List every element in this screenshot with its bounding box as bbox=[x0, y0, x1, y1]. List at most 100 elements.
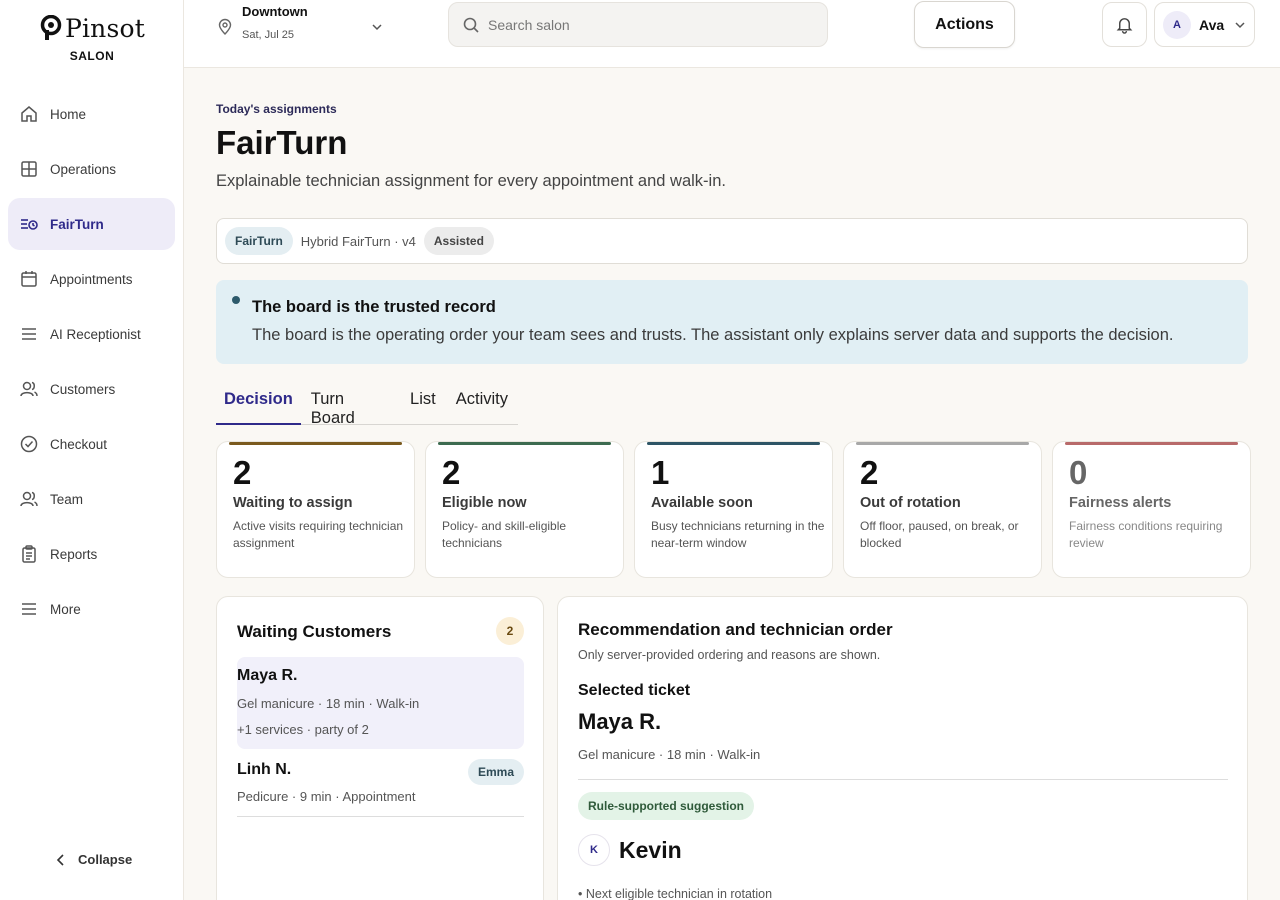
policy-badge: FairTurn bbox=[225, 227, 293, 255]
clipboard-icon bbox=[22, 545, 36, 563]
stat-label: Waiting to assign bbox=[233, 495, 353, 511]
collapse-button[interactable]: Collapse bbox=[56, 852, 132, 867]
sidebar-item-label: Reports bbox=[50, 546, 98, 562]
sidebar-item-checkout[interactable]: Checkout bbox=[8, 418, 175, 470]
brand-name: Pinsot bbox=[64, 13, 146, 43]
panel-title: Recommendation and technician order bbox=[578, 620, 893, 639]
selected-ticket-name: Maya R. bbox=[578, 709, 662, 734]
stat-accent-bar bbox=[1065, 442, 1238, 445]
stat-cards: 2 Waiting to assign Active visits requir… bbox=[216, 441, 1251, 578]
panel-title: Waiting Customers bbox=[237, 622, 392, 641]
check-circle-icon bbox=[20, 435, 38, 453]
count-badge: 2 bbox=[496, 617, 524, 645]
selected-ticket-meta: Gel manicure · 18 min · Walk-in bbox=[578, 747, 761, 762]
tab-activity[interactable]: Activity bbox=[446, 388, 518, 424]
stat-description: Policy- and skill-eligible technicians bbox=[442, 519, 567, 550]
sidebar-item-appointments[interactable]: Appointments bbox=[8, 253, 175, 305]
team-icon bbox=[20, 491, 38, 507]
recommendation-panel: Recommendation and technician order Only… bbox=[557, 596, 1248, 900]
sidebar-item-label: Home bbox=[50, 106, 87, 122]
sidebar-item-label: Team bbox=[50, 491, 84, 507]
search-input[interactable] bbox=[488, 16, 808, 33]
customer-meta: Gel manicure · 18 min · Walk-in bbox=[237, 696, 420, 711]
sidebar-item-operations[interactable]: Operations bbox=[8, 143, 175, 195]
chevron-left-icon bbox=[56, 853, 64, 866]
stat-number: 2 bbox=[233, 454, 252, 491]
tab-bar: Decision Turn Board List Activity bbox=[216, 388, 518, 427]
top-bar: Downtown Sat, Jul 25 Actions A Ava bbox=[184, 0, 1280, 68]
stat-description: Fairness conditions requiring review bbox=[1069, 519, 1223, 550]
list-item[interactable]: Maya R. Gel manicure · 18 min · Walk-in … bbox=[237, 657, 524, 749]
brand-subtitle: SALON bbox=[69, 49, 115, 63]
customer-name: Maya R. bbox=[237, 667, 298, 684]
policy-version: Hybrid FairTurn · v4 bbox=[300, 233, 416, 249]
notifications-button[interactable] bbox=[1102, 2, 1147, 47]
menu-lines-icon bbox=[22, 328, 36, 340]
user-menu[interactable]: A Ava bbox=[1154, 2, 1255, 47]
sidebar-item-more[interactable]: More bbox=[8, 583, 175, 635]
sidebar-item-label: Customers bbox=[50, 381, 116, 397]
stat-card-waiting[interactable]: 2 Waiting to assign Active visits requir… bbox=[216, 441, 415, 578]
stat-card-available-soon[interactable]: 1 Available soon Busy technicians return… bbox=[634, 441, 833, 578]
recommended-technician[interactable]: K Kevin bbox=[578, 834, 682, 866]
stat-description: Off floor, paused, on break, or blocked bbox=[860, 519, 1019, 550]
location-name: Downtown bbox=[242, 4, 308, 19]
page-title: FairTurn bbox=[216, 124, 348, 161]
sidebar-item-fairturn[interactable]: FairTurn bbox=[8, 198, 175, 250]
page-subtitle: Explainable technician assignment for ev… bbox=[216, 172, 726, 190]
sidebar-item-customers[interactable]: Customers bbox=[8, 363, 175, 415]
sidebar-item-label: Checkout bbox=[50, 436, 108, 452]
notice-title: The board is the trusted record bbox=[252, 298, 496, 316]
stat-number: 2 bbox=[860, 454, 879, 491]
home-icon bbox=[21, 106, 37, 122]
tab-decision[interactable]: Decision bbox=[216, 388, 301, 425]
stat-number: 0 bbox=[1069, 454, 1088, 491]
stat-label: Fairness alerts bbox=[1069, 495, 1172, 511]
sidebar: Pinsot SALON Home Operations FairTurn Ap… bbox=[0, 0, 184, 900]
page-eyebrow: Today's assignments bbox=[216, 102, 337, 116]
location-date: Sat, Jul 25 bbox=[242, 29, 294, 41]
policy-bar: FairTurn Hybrid FairTurn · v4 Assisted bbox=[216, 218, 1248, 264]
users-icon bbox=[20, 381, 38, 397]
sidebar-item-home[interactable]: Home bbox=[8, 88, 175, 140]
stat-label: Available soon bbox=[651, 495, 753, 511]
location-pin-icon bbox=[218, 18, 232, 35]
stat-accent-bar bbox=[438, 442, 611, 445]
pin-logo-icon bbox=[40, 15, 62, 40]
technician-name: Kevin bbox=[619, 836, 682, 863]
stat-number: 1 bbox=[651, 454, 670, 491]
search-icon bbox=[463, 17, 479, 33]
tab-list[interactable]: List bbox=[400, 388, 446, 424]
stat-card-eligible[interactable]: 2 Eligible now Policy- and skill-eligibl… bbox=[425, 441, 624, 578]
info-notice: The board is the trusted record The boar… bbox=[216, 280, 1248, 364]
stat-accent-bar bbox=[647, 442, 820, 445]
user-name: Ava bbox=[1199, 16, 1225, 33]
list-item[interactable]: Linh N. Pedicure · 9 min · Appointment E… bbox=[237, 749, 524, 817]
stat-card-fairness-alerts[interactable]: 0 Fairness alerts Fairness conditions re… bbox=[1052, 441, 1251, 578]
sidebar-item-label: AI Receptionist bbox=[50, 326, 141, 342]
stat-accent-bar bbox=[856, 442, 1029, 445]
divider bbox=[578, 779, 1228, 780]
sidebar-item-label: Operations bbox=[50, 161, 117, 177]
customer-name: Linh N. bbox=[237, 761, 292, 778]
search-bar[interactable] bbox=[448, 2, 828, 47]
actions-button[interactable]: Actions bbox=[914, 1, 1015, 48]
waiting-customers-panel: Waiting Customers 2 Maya R. Gel manicure… bbox=[216, 596, 544, 900]
sidebar-item-ai-receptionist[interactable]: AI Receptionist bbox=[8, 308, 175, 360]
location-selector[interactable]: Downtown Sat, Jul 25 bbox=[216, 4, 382, 41]
tab-turn-board[interactable]: Turn Board bbox=[301, 388, 400, 427]
panel-subtitle: Only server-provided ordering and reason… bbox=[578, 648, 881, 662]
brand[interactable]: Pinsot SALON bbox=[0, 14, 184, 63]
recommendation-reason: • Next eligible technician in rotation bbox=[578, 887, 773, 900]
sidebar-item-team[interactable]: Team bbox=[8, 473, 175, 525]
avatar: A bbox=[1163, 10, 1191, 39]
customer-extra: +1 services · party of 2 bbox=[237, 722, 369, 737]
stat-card-out-of-rotation[interactable]: 2 Out of rotation Off floor, paused, on … bbox=[843, 441, 1042, 578]
menu-lines-icon bbox=[22, 603, 36, 615]
notice-dot-icon bbox=[232, 296, 240, 304]
sidebar-item-label: Appointments bbox=[50, 271, 133, 287]
sidebar-item-reports[interactable]: Reports bbox=[8, 528, 175, 580]
sidebar-nav: Home Operations FairTurn Appointments AI… bbox=[8, 88, 175, 638]
customer-meta: Pedicure · 9 min · Appointment bbox=[237, 789, 416, 804]
calendar-icon bbox=[21, 271, 37, 287]
